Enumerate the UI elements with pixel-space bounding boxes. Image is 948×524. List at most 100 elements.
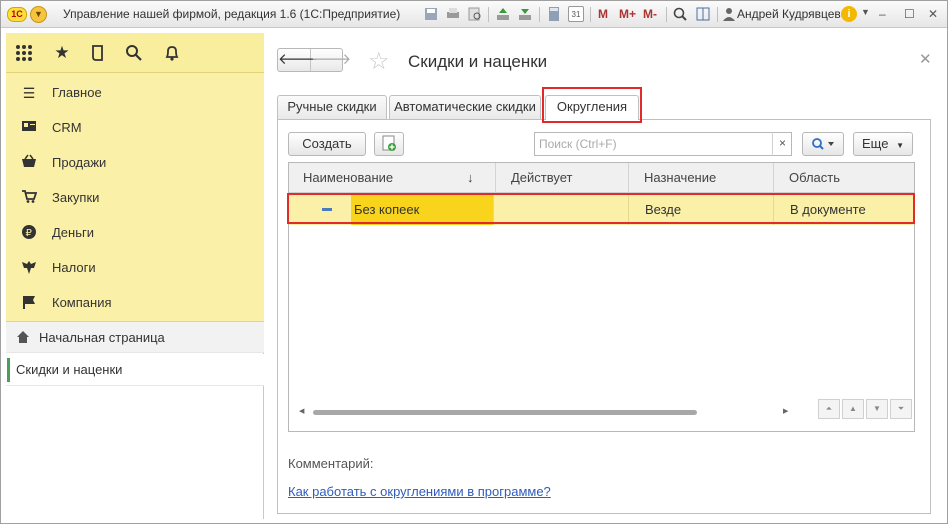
cart-icon [20,189,38,207]
scroll-down-icon[interactable]: ▼ [866,399,888,419]
chevron-down-icon: ▼ [896,141,904,150]
create-button[interactable]: Создать [288,132,366,156]
scroll-to-top-icon[interactable]: ⏶ [818,399,840,419]
toolbar-separator [488,7,489,22]
toolbar-separator [666,7,667,22]
info-dropdown-icon[interactable]: ▼ [861,7,870,17]
section-main[interactable]: ☰ Главное [6,75,264,110]
notifications-bell-icon[interactable] [162,43,182,63]
search-icon[interactable] [124,43,144,63]
scroll-left-icon[interactable]: ◀ [299,407,304,417]
user-name[interactable]: Андрей Кудрявцев [737,7,841,21]
home-icon [16,330,30,347]
zoom-icon[interactable] [672,6,688,22]
column-header-purpose[interactable]: Назначение [629,163,774,193]
info-icon[interactable]: i [841,6,857,22]
scroll-thumb[interactable] [313,410,697,415]
tab-auto-discounts[interactable]: Автоматические скидки [389,95,541,119]
close-window-icon[interactable]: ✕ [928,7,938,21]
scroll-buttons: ⏶ ▲ ▼ ⏷ [818,399,914,421]
toolbar-separator [590,7,591,22]
tab-manual-discounts[interactable]: Ручные скидки [277,95,387,119]
memory-minus-button[interactable]: M- [643,7,657,21]
toolbar-separator [717,7,718,22]
print-icon[interactable] [445,6,461,22]
help-link[interactable]: Как работать с округлениями в программе? [288,484,551,499]
section-money[interactable]: ₽ Деньги [6,215,264,250]
calendar-icon[interactable]: 31 [568,6,584,22]
quick-access-bar: ★ [6,33,264,73]
menu-lines-icon: ☰ [22,85,36,101]
memory-button[interactable]: M [598,7,608,21]
section-label: Закупки [52,190,100,205]
history-icon[interactable] [88,43,108,63]
table-row[interactable]: Без копеек Везде В документе [287,193,915,225]
section-taxes[interactable]: Налоги [6,250,264,285]
column-header-active[interactable]: Действует [496,163,629,193]
section-crm[interactable]: CRM [6,110,264,145]
save-icon[interactable] [423,6,439,22]
table-header: Наименование ↓ Действует Назначение Обла… [289,163,914,193]
title-bar: 1С ▼ Управление нашей фирмой, редакция 1… [1,1,947,28]
rounding-tab-panel: Создать Поиск (Ctrl+F) × Еще ▼ Наименова… [277,119,931,514]
row-highlight-frame [287,193,915,224]
tab-highlight-frame [542,87,642,123]
section-label: Компания [52,295,112,310]
eagle-emblem-icon [20,259,38,277]
back-arrow-icon[interactable]: 🡐 [278,49,318,71]
scroll-right-icon[interactable]: ▶ [783,407,788,417]
open-window-discounts[interactable]: Скидки и наценки [6,354,264,386]
open-window-home[interactable]: Начальная страница [6,321,264,353]
column-header-area[interactable]: Область [774,163,914,193]
section-purchases[interactable]: Закупки [6,180,264,215]
active-marker [7,358,10,382]
search-input[interactable]: Поиск (Ctrl+F) [534,132,792,156]
maximize-icon[interactable]: ☐ [904,7,915,21]
section-sales[interactable]: Продажи [6,145,264,180]
navigation-buttons: 🡐 🡒 [277,48,351,72]
preview-icon[interactable] [467,6,483,22]
application-window: 1С ▼ Управление нашей фирмой, редакция 1… [0,0,948,524]
logo-1c-icon: 1С [7,7,27,22]
search-clear-button[interactable]: × [772,132,792,156]
basket-icon [20,154,38,172]
horizontal-scrollbar[interactable]: ◀ ▶ [299,407,789,417]
open-window-label: Начальная страница [39,330,165,345]
more-button-label: Еще [862,136,889,151]
section-label: Налоги [52,260,96,275]
comment-label: Комментарий: [288,456,374,471]
sections-panel: ☰ Главное CRM Продажи Закупки ₽ Деньги Н… [6,73,264,351]
open-window-label: Скидки и наценки [16,362,123,377]
search-options-button[interactable] [802,132,844,156]
copy-document-button[interactable] [374,132,404,156]
memory-plus-button[interactable]: M+ [619,7,636,21]
apps-grid-icon[interactable] [14,43,34,63]
calculator-icon[interactable] [546,6,562,22]
close-form-icon[interactable]: ✕ [919,50,932,68]
rounding-table: Наименование ↓ Действует Назначение Обла… [287,162,915,432]
page-title: Скидки и наценки [408,52,548,71]
user-icon [721,6,737,22]
ruble-coin-icon: ₽ [20,224,38,242]
column-header-name[interactable]: Наименование ↓ [289,163,496,193]
upload-icon[interactable] [495,6,511,22]
section-label: Главное [52,85,102,100]
crm-card-icon [20,119,38,137]
section-label: Деньги [52,225,94,240]
more-button[interactable]: Еще ▼ [853,132,913,156]
column-header-label: Наименование [303,170,394,185]
download-icon[interactable] [517,6,533,22]
scroll-to-bottom-icon[interactable]: ⏷ [890,399,912,419]
scroll-up-icon[interactable]: ▲ [842,399,864,419]
favorites-star-icon[interactable]: ★ [52,43,72,63]
section-company[interactable]: Компания [6,285,264,320]
main-menu-button[interactable]: ▼ [30,6,47,23]
minimize-icon[interactable]: – [879,7,886,21]
forward-arrow-icon[interactable]: 🡒 [311,49,351,71]
favorite-star-icon[interactable]: ☆ [368,47,390,76]
panels-icon[interactable] [695,6,711,22]
form-area: 🡐 🡒 ☆ Скидки и наценки ✕ Ручные скидки А… [265,33,945,521]
section-label: Продажи [52,155,107,170]
svg-text:₽: ₽ [26,228,33,239]
flag-icon [20,294,38,312]
